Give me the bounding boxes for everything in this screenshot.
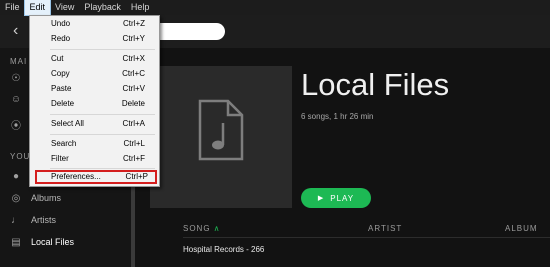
menu-item-label: Redo [51, 34, 71, 43]
playlist-cover [150, 66, 292, 208]
menu-separator [50, 134, 155, 135]
menu-item-shortcut: Delete [121, 99, 145, 108]
menu-item-shortcut: Ctrl+L [123, 139, 145, 148]
menu-item-paste[interactable]: Paste Ctrl+V [30, 82, 159, 96]
edit-menu: Undo Ctrl+Z Redo Ctrl+Y Cut Ctrl+X Copy Ctrl… [29, 15, 160, 187]
menu-separator [50, 168, 155, 169]
music-file-icon [198, 99, 244, 161]
menu-item-search[interactable]: Search Ctrl+L [30, 137, 159, 151]
track-row[interactable]: Hospital Records - 266 [183, 245, 264, 254]
menu-bar: File Edit View Playback Help [0, 0, 550, 16]
column-header-album[interactable]: ALBUM [505, 224, 538, 233]
menu-item-filter[interactable]: Filter Ctrl+F [30, 152, 159, 166]
main-content: Local Files 6 songs, 1 hr 26 min ▶ PLAY … [135, 48, 550, 267]
menu-file[interactable]: File [0, 0, 25, 15]
menu-item-select-all[interactable]: Select All Ctrl+A [30, 117, 159, 131]
album-icon[interactable]: ◎ [10, 193, 22, 204]
sidebar-item-albums[interactable]: Albums [31, 193, 61, 203]
menu-item-shortcut: Ctrl+C [122, 69, 145, 78]
file-icon[interactable]: ▤ [10, 237, 22, 248]
column-header-artist[interactable]: ARTIST [368, 224, 402, 233]
mic-icon[interactable]: ♩ [10, 215, 22, 226]
menu-item-label: Undo [51, 19, 71, 28]
menu-item-label: Delete [51, 99, 75, 108]
menu-separator [50, 49, 155, 50]
menu-view[interactable]: View [50, 0, 79, 15]
menu-item-shortcut: Ctrl+P [125, 172, 148, 181]
menu-item-undo[interactable]: Undo Ctrl+Z [30, 17, 159, 31]
menu-item-shortcut: Ctrl+F [123, 154, 145, 163]
menu-item-preferences[interactable]: Preferences... Ctrl+P [35, 170, 157, 184]
menu-separator [50, 114, 155, 115]
user-icon[interactable]: ☺ [10, 94, 22, 105]
menu-item-shortcut: Ctrl+A [122, 119, 145, 128]
menu-item-label: Select All [51, 119, 84, 128]
play-icon: ▶ [317, 195, 325, 202]
sidebar-heading-main: MAI [10, 57, 28, 66]
menu-item-shortcut: Ctrl+V [122, 84, 145, 93]
sidebar-item-artists[interactable]: Artists [31, 215, 56, 225]
menu-item-label: Filter [51, 154, 69, 163]
play-label: PLAY [330, 193, 355, 203]
playlist-meta: 6 songs, 1 hr 26 min [301, 112, 374, 121]
menu-item-label: Cut [51, 54, 64, 63]
menu-edit[interactable]: Edit [23, 0, 52, 16]
menu-item-label: Paste [51, 84, 72, 93]
menu-item-delete[interactable]: Delete Delete [30, 97, 159, 111]
menu-item-shortcut: Ctrl+Z [123, 19, 145, 28]
menu-item-copy[interactable]: Copy Ctrl+C [30, 67, 159, 81]
page-title: Local Files [301, 67, 450, 102]
menu-item-shortcut: Ctrl+Y [122, 34, 145, 43]
header-divider [183, 237, 550, 238]
info-icon[interactable]: ● [10, 171, 22, 182]
column-header-song[interactable]: SONG ∧ [183, 224, 220, 233]
menu-playback[interactable]: Playback [79, 0, 126, 15]
menu-item-shortcut: Ctrl+X [122, 54, 145, 63]
menu-help[interactable]: Help [126, 0, 155, 15]
radio-icon[interactable]: ⦿ [10, 117, 22, 132]
menu-item-label: Copy [51, 69, 70, 78]
back-arrow-icon[interactable]: ‹ [13, 22, 18, 40]
menu-item-label: Search [51, 139, 77, 148]
sort-ascending-icon: ∧ [213, 224, 221, 233]
sidebar-item-local-files[interactable]: Local Files [31, 237, 74, 247]
compass-icon[interactable]: ☉ [10, 73, 22, 84]
sidebar-heading-your-music: YOU [10, 152, 31, 161]
menu-item-cut[interactable]: Cut Ctrl+X [30, 52, 159, 66]
menu-item-redo[interactable]: Redo Ctrl+Y [30, 32, 159, 46]
menu-item-label: Preferences... [51, 172, 101, 181]
play-button[interactable]: ▶ PLAY [301, 188, 371, 208]
column-song-label: SONG [183, 224, 211, 233]
